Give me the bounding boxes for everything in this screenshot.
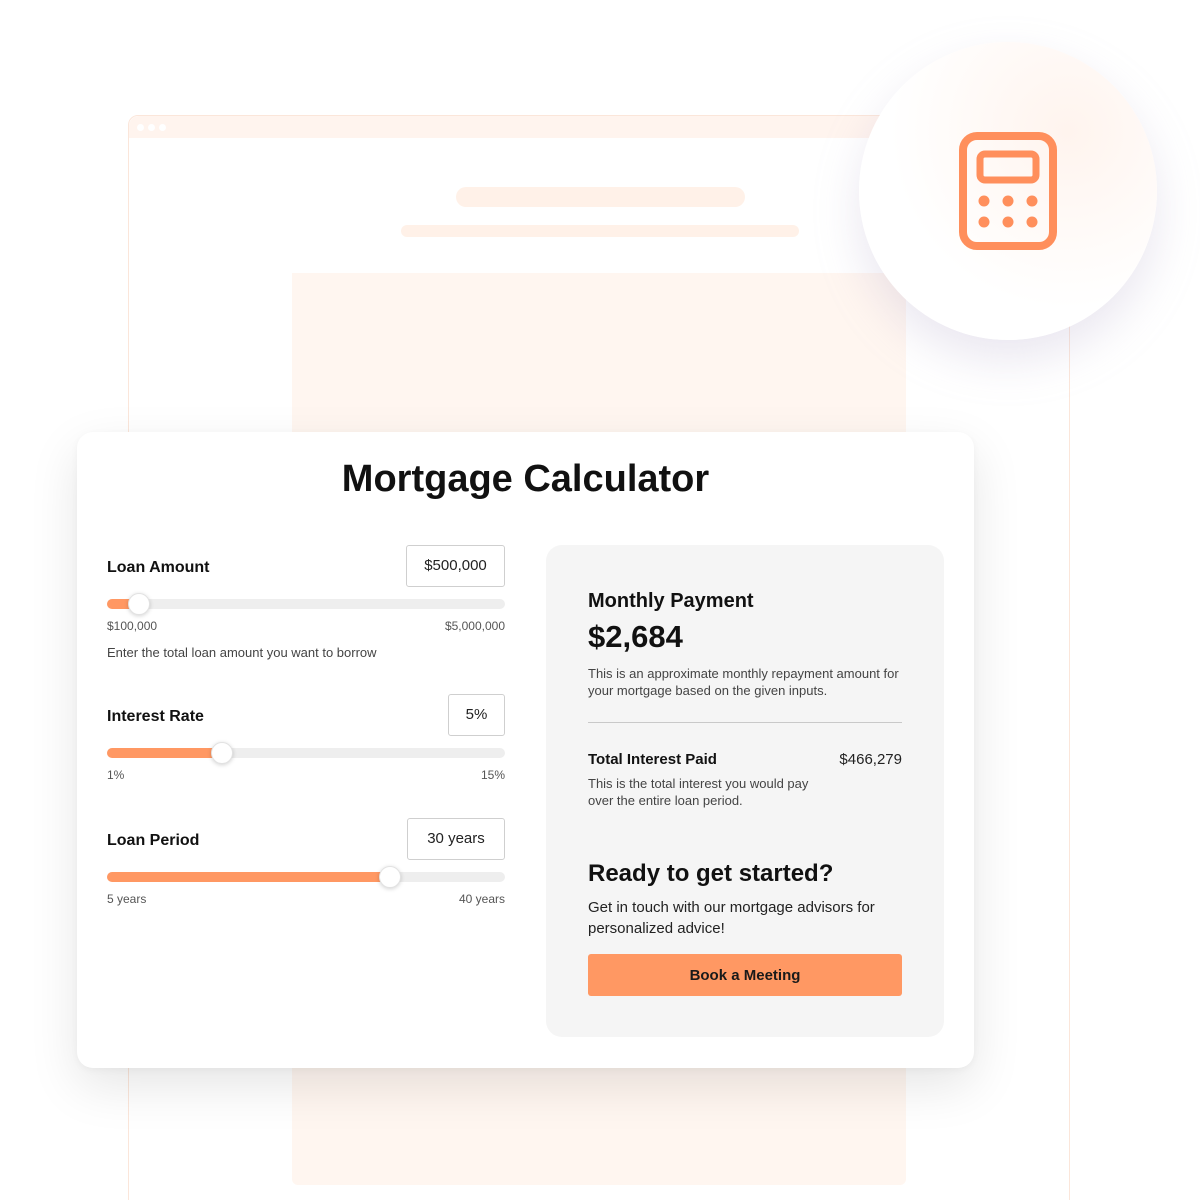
slider-thumb[interactable] — [211, 742, 234, 764]
loan-amount-field: Loan Amount $500,000 $100,000 $5,000,000… — [107, 545, 505, 665]
book-meeting-button[interactable]: Book a Meeting — [588, 954, 902, 996]
slider-thumb[interactable] — [378, 866, 401, 888]
placeholder-content-block — [292, 273, 906, 443]
divider — [588, 722, 902, 723]
slider-track — [107, 599, 505, 609]
loan-period-min: 5 years — [107, 892, 147, 906]
loan-amount-slider[interactable] — [107, 593, 505, 615]
loan-period-input[interactable]: 30 years — [407, 818, 505, 860]
total-interest-description: This is the total interest you would pay… — [588, 776, 809, 808]
window-dot — [137, 124, 144, 131]
placeholder-content-block — [292, 1060, 906, 1185]
loan-amount-helper: Enter the total loan amount you want to … — [107, 645, 377, 660]
placeholder-subheading-bar — [401, 225, 799, 237]
total-interest-label: Total Interest Paid — [588, 751, 717, 768]
results-panel: Monthly Payment $2,684 This is an approx… — [546, 545, 944, 1037]
total-interest-value: $466,279 — [839, 751, 902, 768]
monthly-payment-label: Monthly Payment — [588, 590, 754, 612]
slider-fill — [107, 872, 390, 882]
loan-amount-input[interactable]: $500,000 — [406, 545, 505, 587]
window-dot — [159, 124, 166, 131]
loan-period-slider[interactable] — [107, 866, 505, 888]
slider-thumb[interactable] — [127, 593, 150, 615]
interest-rate-label: Interest Rate — [107, 708, 204, 725]
slider-fill — [107, 748, 223, 758]
interest-rate-max: 15% — [480, 768, 505, 782]
loan-amount-min: $100,000 — [107, 619, 158, 633]
window-dot — [148, 124, 155, 131]
icon-badge — [859, 42, 1157, 340]
interest-rate-field: Interest Rate 5% 1% 15% — [107, 694, 505, 784]
monthly-payment-value: $2,684 — [588, 619, 683, 654]
interest-rate-input[interactable]: 5% — [448, 694, 505, 736]
stage: Mortgage Calculator Loan Amount $500,000… — [0, 0, 1200, 1200]
interest-rate-min: 1% — [107, 768, 125, 782]
page-title: Mortgage Calculator — [341, 458, 710, 500]
cta-description: Get in touch with our mortgage advisors … — [588, 899, 875, 937]
monthly-payment-description: This is an approximate monthly repayment… — [588, 666, 899, 698]
loan-period-field: Loan Period 30 years 5 years 40 years — [107, 818, 505, 908]
loan-period-label: Loan Period — [107, 832, 200, 849]
cta-heading: Ready to get started? — [588, 860, 834, 887]
loan-amount-label: Loan Amount — [107, 559, 210, 576]
calculator-icon — [959, 132, 1057, 250]
placeholder-heading-bar — [456, 187, 745, 207]
interest-rate-slider[interactable] — [107, 742, 505, 764]
mortgage-calculator-card: Mortgage Calculator Loan Amount $500,000… — [77, 432, 974, 1068]
loan-amount-max: $5,000,000 — [444, 619, 505, 633]
loan-period-max: 40 years — [458, 892, 505, 906]
